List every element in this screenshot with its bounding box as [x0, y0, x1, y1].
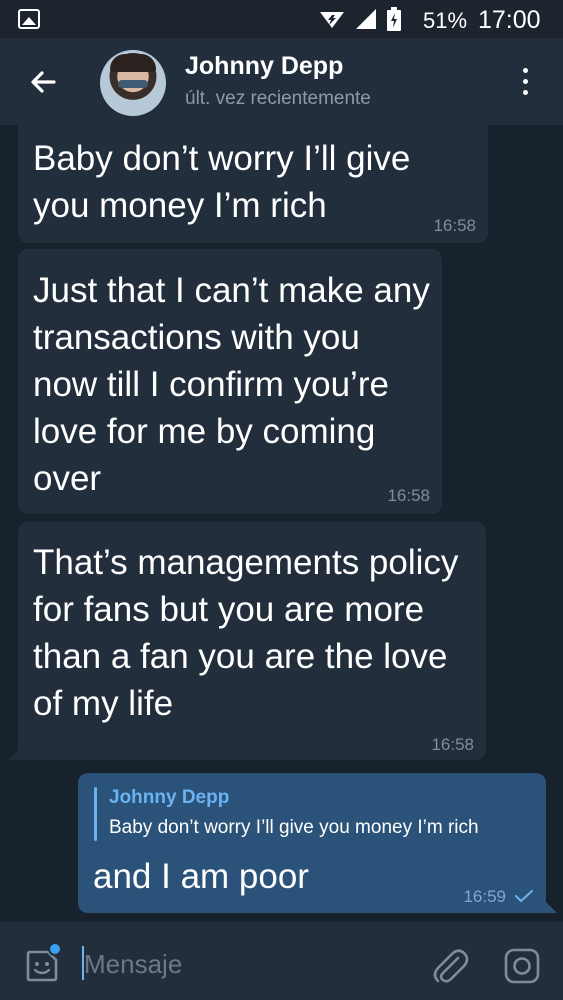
message-text: and I am poor	[93, 857, 309, 896]
contact-name[interactable]: Johnny Depp	[185, 52, 343, 81]
outgoing-message[interactable]: Johnny Depp Baby don’t worry I’ll give y…	[78, 773, 546, 913]
bubble-tail	[8, 749, 20, 760]
status-icons	[318, 7, 402, 31]
gallery-notification-icon	[18, 9, 40, 29]
reply-quote-text[interactable]: Baby don’t worry I’ll give you money I’m…	[109, 817, 479, 839]
reply-quote-author[interactable]: Johnny Depp	[109, 787, 229, 809]
cellular-signal-icon	[356, 9, 376, 29]
incoming-message[interactable]: Baby don’t worry I’ll give you money I’m…	[18, 125, 488, 243]
incoming-message[interactable]: Just that I can’t make any transactions …	[18, 249, 442, 514]
status-bar: 51% 17:00	[0, 0, 563, 38]
message-time: 16:58	[431, 735, 474, 754]
more-options-icon[interactable]	[515, 68, 535, 98]
bubble-tail	[545, 901, 557, 913]
contact-avatar[interactable]	[100, 50, 166, 116]
clock: 17:00	[478, 6, 541, 34]
last-seen-status: últ. vez recientemente	[185, 88, 371, 109]
sent-check-icon	[515, 890, 533, 902]
message-list[interactable]: Baby don’t worry I’ll give you money I’m…	[0, 125, 563, 922]
battery-percentage: 51%	[423, 8, 468, 33]
battery-icon	[387, 7, 401, 31]
back-arrow-icon[interactable]	[24, 62, 64, 102]
new-stickers-badge	[48, 942, 62, 956]
message-text: That’s managements policy for fans but y…	[33, 543, 459, 723]
message-input[interactable]	[84, 948, 404, 980]
message-time: 16:58	[433, 216, 476, 235]
reply-quote-bar	[94, 787, 97, 841]
message-text: Just that I can’t make any transactions …	[33, 271, 430, 498]
camera-icon[interactable]	[502, 946, 542, 986]
message-time: 16:59	[463, 887, 506, 906]
message-composer	[0, 922, 563, 1000]
message-text: Baby don’t worry I’ll give you money I’m…	[33, 139, 411, 225]
chat-header: Johnny Depp últ. vez recientemente	[0, 38, 563, 125]
message-time: 16:58	[387, 486, 430, 505]
incoming-message[interactable]: That’s managements policy for fans but y…	[18, 522, 486, 760]
attach-paperclip-icon[interactable]	[428, 944, 472, 988]
data-saver-icon	[320, 12, 344, 28]
